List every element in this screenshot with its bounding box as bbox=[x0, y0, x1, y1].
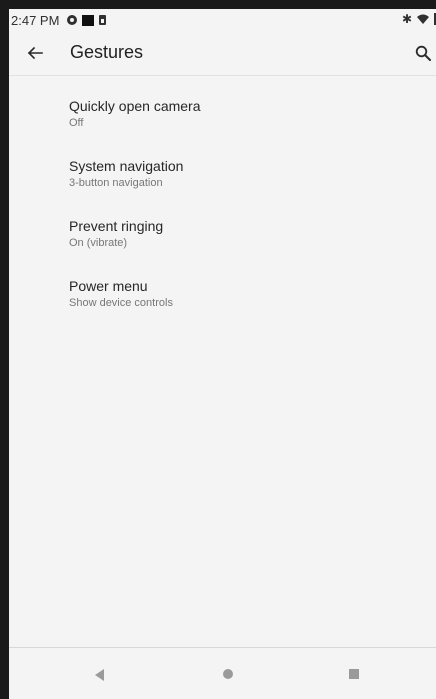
app-bar: Gestures bbox=[9, 31, 436, 75]
search-icon bbox=[415, 45, 431, 61]
arrow-back-icon bbox=[27, 46, 43, 60]
app-notification-icon bbox=[67, 15, 78, 25]
setting-title: Prevent ringing bbox=[69, 218, 164, 234]
navigation-bar bbox=[9, 647, 436, 699]
setting-summary: 3-button navigation bbox=[69, 177, 163, 189]
screen: 2:47 PM ✱ Gestures Quickly open camera O… bbox=[9, 9, 436, 699]
status-time: 2:47 PM bbox=[11, 12, 60, 28]
setting-title: Quickly open camera bbox=[69, 98, 201, 114]
nav-back-icon[interactable] bbox=[93, 668, 107, 682]
bluetooth-icon: ✱ bbox=[401, 12, 412, 26]
setting-summary: On (vibrate) bbox=[69, 237, 128, 249]
setting-summary: Off bbox=[69, 117, 84, 129]
status-bar: 2:47 PM ✱ bbox=[9, 9, 436, 31]
setting-power-menu[interactable]: Power menu Show device controls bbox=[9, 264, 436, 320]
app-bar-divider bbox=[9, 75, 436, 76]
nav-recents-icon[interactable] bbox=[349, 669, 359, 679]
setting-title: System navigation bbox=[69, 158, 184, 174]
setting-system-navigation[interactable]: System navigation 3-button navigation bbox=[9, 144, 436, 200]
setting-prevent-ringing[interactable]: Prevent ringing On (vibrate) bbox=[9, 204, 436, 260]
page-title: Gestures bbox=[70, 42, 144, 62]
setting-title: Power menu bbox=[69, 278, 148, 294]
setting-quickly-open-camera[interactable]: Quickly open camera Off bbox=[9, 84, 436, 140]
back-button[interactable] bbox=[23, 41, 47, 65]
setting-summary: Show device controls bbox=[69, 297, 173, 309]
device-frame-top bbox=[0, 0, 436, 9]
nav-home-icon[interactable] bbox=[223, 669, 233, 679]
search-button[interactable] bbox=[411, 41, 435, 65]
wifi-icon bbox=[417, 14, 429, 24]
status-system-icons: ✱ bbox=[402, 13, 436, 25]
device-frame-left bbox=[0, 0, 9, 699]
status-notification-icons bbox=[67, 14, 107, 26]
sim-icon bbox=[99, 15, 107, 25]
stop-icon bbox=[82, 14, 95, 26]
